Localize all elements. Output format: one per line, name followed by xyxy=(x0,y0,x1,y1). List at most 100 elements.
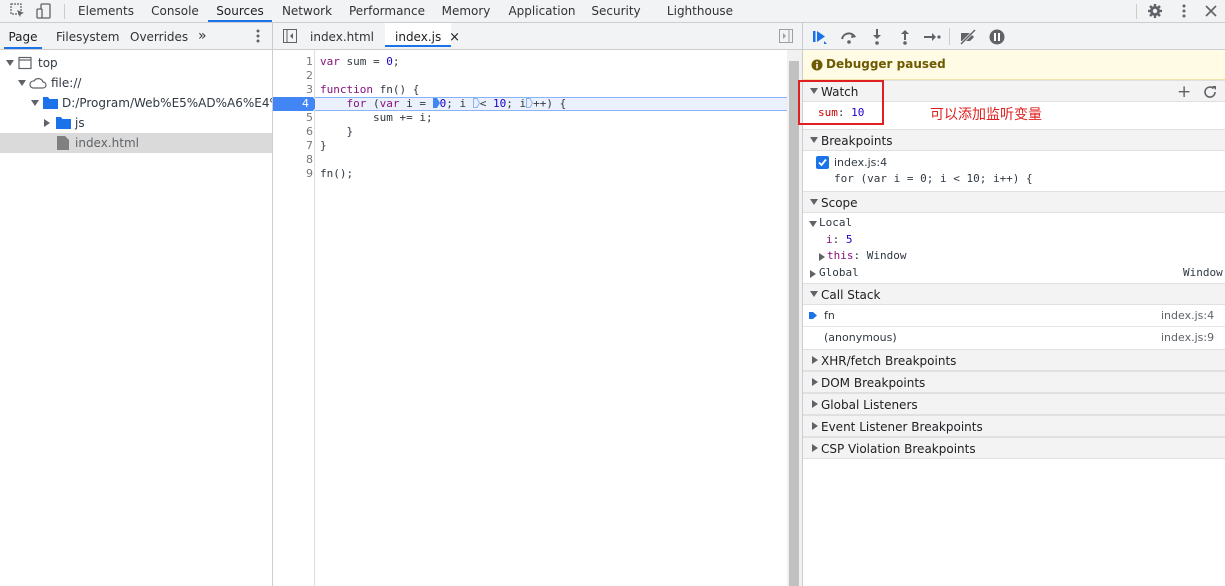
pause-on-exceptions-icon[interactable] xyxy=(988,28,1006,46)
expand-triangle-icon xyxy=(810,199,818,205)
toggle-debugger-icon[interactable] xyxy=(779,29,793,43)
add-watch-icon[interactable]: + xyxy=(1177,83,1191,101)
csp-violation-breakpoints-pane-header[interactable]: CSP Violation Breakpoints xyxy=(803,437,1225,459)
tab-filesystem[interactable]: Filesystem xyxy=(56,23,119,49)
tab-security[interactable]: Security xyxy=(586,0,646,22)
step-out-icon[interactable] xyxy=(896,28,914,46)
code-line-6[interactable]: } xyxy=(320,125,353,139)
call-stack-pane-header[interactable]: Call Stack xyxy=(803,283,1225,305)
tab-lighthouse[interactable]: Lighthouse xyxy=(660,0,740,22)
code-line-4[interactable]: for (var i = 0; i < 10; i ++) { xyxy=(320,97,567,111)
inline-breakpoint-icon[interactable] xyxy=(472,98,480,108)
breakpoint-checkbox[interactable] xyxy=(816,156,829,169)
settings-gear-icon[interactable] xyxy=(1147,3,1163,19)
scope-local-label: Local xyxy=(819,216,853,229)
inline-breakpoint-icon[interactable] xyxy=(526,98,534,108)
expand-triangle-icon[interactable] xyxy=(18,80,26,86)
dom-breakpoints-pane-header[interactable]: DOM Breakpoints xyxy=(803,371,1225,393)
tab-performance[interactable]: Performance xyxy=(344,0,430,22)
line-number[interactable]: 5 xyxy=(273,111,313,125)
line-number[interactable]: 8 xyxy=(273,153,313,167)
call-frame-location[interactable]: index.js:4 xyxy=(1161,309,1214,322)
collapse-triangle-icon xyxy=(812,400,818,408)
call-frame-name: (anonymous) xyxy=(824,331,897,344)
scope-pane-header[interactable]: Scope xyxy=(803,191,1225,213)
code-line-7[interactable]: } xyxy=(320,139,327,153)
line-number[interactable]: 7 xyxy=(273,139,313,153)
step-into-icon[interactable] xyxy=(868,28,886,46)
toolbar-divider xyxy=(1136,4,1137,19)
debugger-sidebar: Debugger paused Watch + sum: 10 可以添加监听变量… xyxy=(798,23,1225,586)
tree-label: top xyxy=(38,56,58,70)
folder-icon xyxy=(43,96,58,109)
refresh-watch-icon[interactable] xyxy=(1203,85,1217,99)
event-listener-breakpoints-pane-header[interactable]: Event Listener Breakpoints xyxy=(803,415,1225,437)
tab-sources[interactable]: Sources xyxy=(208,0,272,22)
more-tabs-chevron-icon[interactable]: » xyxy=(198,23,207,49)
code-line-1[interactable]: var sum = 0; xyxy=(320,55,399,69)
inspect-element-icon[interactable] xyxy=(10,3,26,19)
editor-tab-label: index.js xyxy=(395,30,442,44)
scope-global[interactable]: Global Window xyxy=(803,266,1225,282)
breakpoint-location[interactable]: index.js:4 xyxy=(834,156,887,169)
editor-scrollbar-thumb[interactable] xyxy=(789,61,799,586)
line-number-gutter[interactable]: 1 2 3 5 6 7 8 9 xyxy=(273,50,315,586)
tab-application[interactable]: Application xyxy=(502,0,582,22)
line-number[interactable]: 3 xyxy=(273,83,313,97)
close-devtools-icon[interactable] xyxy=(1203,3,1219,19)
call-frame[interactable]: fn index.js:4 xyxy=(803,305,1225,327)
line-number[interactable]: 9 xyxy=(273,167,313,181)
device-toolbar-icon[interactable] xyxy=(36,3,52,19)
editor-tab-index-js[interactable]: index.js × xyxy=(385,23,460,47)
collapse-triangle-icon[interactable] xyxy=(44,119,50,127)
breakpoint-code: for (var i = 0; i < 10; i++) { xyxy=(834,172,1033,185)
resume-icon[interactable] xyxy=(811,28,829,46)
tab-memory[interactable]: Memory xyxy=(434,0,498,22)
frame-icon xyxy=(18,56,32,70)
scope-global-label: Global xyxy=(819,266,859,279)
breakpoint-marker[interactable]: 4 xyxy=(273,97,313,111)
code-line-5[interactable]: sum += i; xyxy=(320,111,433,125)
tree-item-file-origin[interactable]: file:// xyxy=(0,73,272,93)
scope-local[interactable]: Local xyxy=(803,216,1225,232)
xhr-breakpoints-pane-header[interactable]: XHR/fetch Breakpoints xyxy=(803,349,1225,371)
step-over-icon[interactable] xyxy=(840,28,858,46)
tab-console[interactable]: Console xyxy=(143,0,207,22)
scope-var-i[interactable]: i: 5 xyxy=(826,233,853,246)
scope-var-this[interactable]: this: Window xyxy=(803,249,1225,265)
tab-network[interactable]: Network xyxy=(274,0,340,22)
pane-title: Call Stack xyxy=(821,288,881,302)
pane-title: DOM Breakpoints xyxy=(821,376,926,390)
code-line-3[interactable]: function fn() { xyxy=(320,83,419,97)
toggle-navigator-icon[interactable] xyxy=(283,29,297,43)
editor-tab-index-html[interactable]: index.html xyxy=(310,23,374,49)
tab-elements[interactable]: Elements xyxy=(73,0,139,22)
tree-item-index-html[interactable]: index.html xyxy=(0,133,272,153)
tree-item-js-folder[interactable]: js xyxy=(0,113,272,133)
code-line-9[interactable]: fn(); xyxy=(320,167,353,181)
inline-breakpoint-icon[interactable] xyxy=(432,98,440,108)
tree-item-folder-path[interactable]: D:/Program/Web%E5%AD%A6%E4%B9%A0 xyxy=(0,93,272,113)
close-tab-icon[interactable]: × xyxy=(449,30,460,45)
line-number[interactable]: 2 xyxy=(273,69,313,83)
collapse-triangle-icon xyxy=(819,253,825,261)
line-number[interactable]: 1 xyxy=(273,55,313,69)
annotation-text: 可以添加监听变量 xyxy=(930,107,1042,123)
deactivate-breakpoints-icon[interactable] xyxy=(959,28,977,46)
tab-overrides[interactable]: Overrides xyxy=(130,23,188,49)
navigator-menu-icon[interactable] xyxy=(250,28,266,44)
tab-page[interactable]: Page xyxy=(4,23,42,49)
tree-item-top[interactable]: top xyxy=(0,53,272,73)
call-frame-location[interactable]: index.js:9 xyxy=(1161,331,1214,344)
step-icon[interactable] xyxy=(923,28,941,46)
global-listeners-pane-header[interactable]: Global Listeners xyxy=(803,393,1225,415)
devtools-main-toolbar: Elements Console Sources Network Perform… xyxy=(0,0,1225,23)
pane-title: Breakpoints xyxy=(821,134,893,148)
line-number[interactable]: 6 xyxy=(273,125,313,139)
sources-navigator: Page Filesystem Overrides » top file:// … xyxy=(0,23,273,586)
expand-triangle-icon[interactable] xyxy=(31,100,39,106)
breakpoints-pane-header[interactable]: Breakpoints xyxy=(803,129,1225,151)
more-options-icon[interactable] xyxy=(1176,3,1192,19)
call-frame[interactable]: (anonymous) index.js:9 xyxy=(803,327,1225,349)
expand-triangle-icon[interactable] xyxy=(6,60,14,66)
